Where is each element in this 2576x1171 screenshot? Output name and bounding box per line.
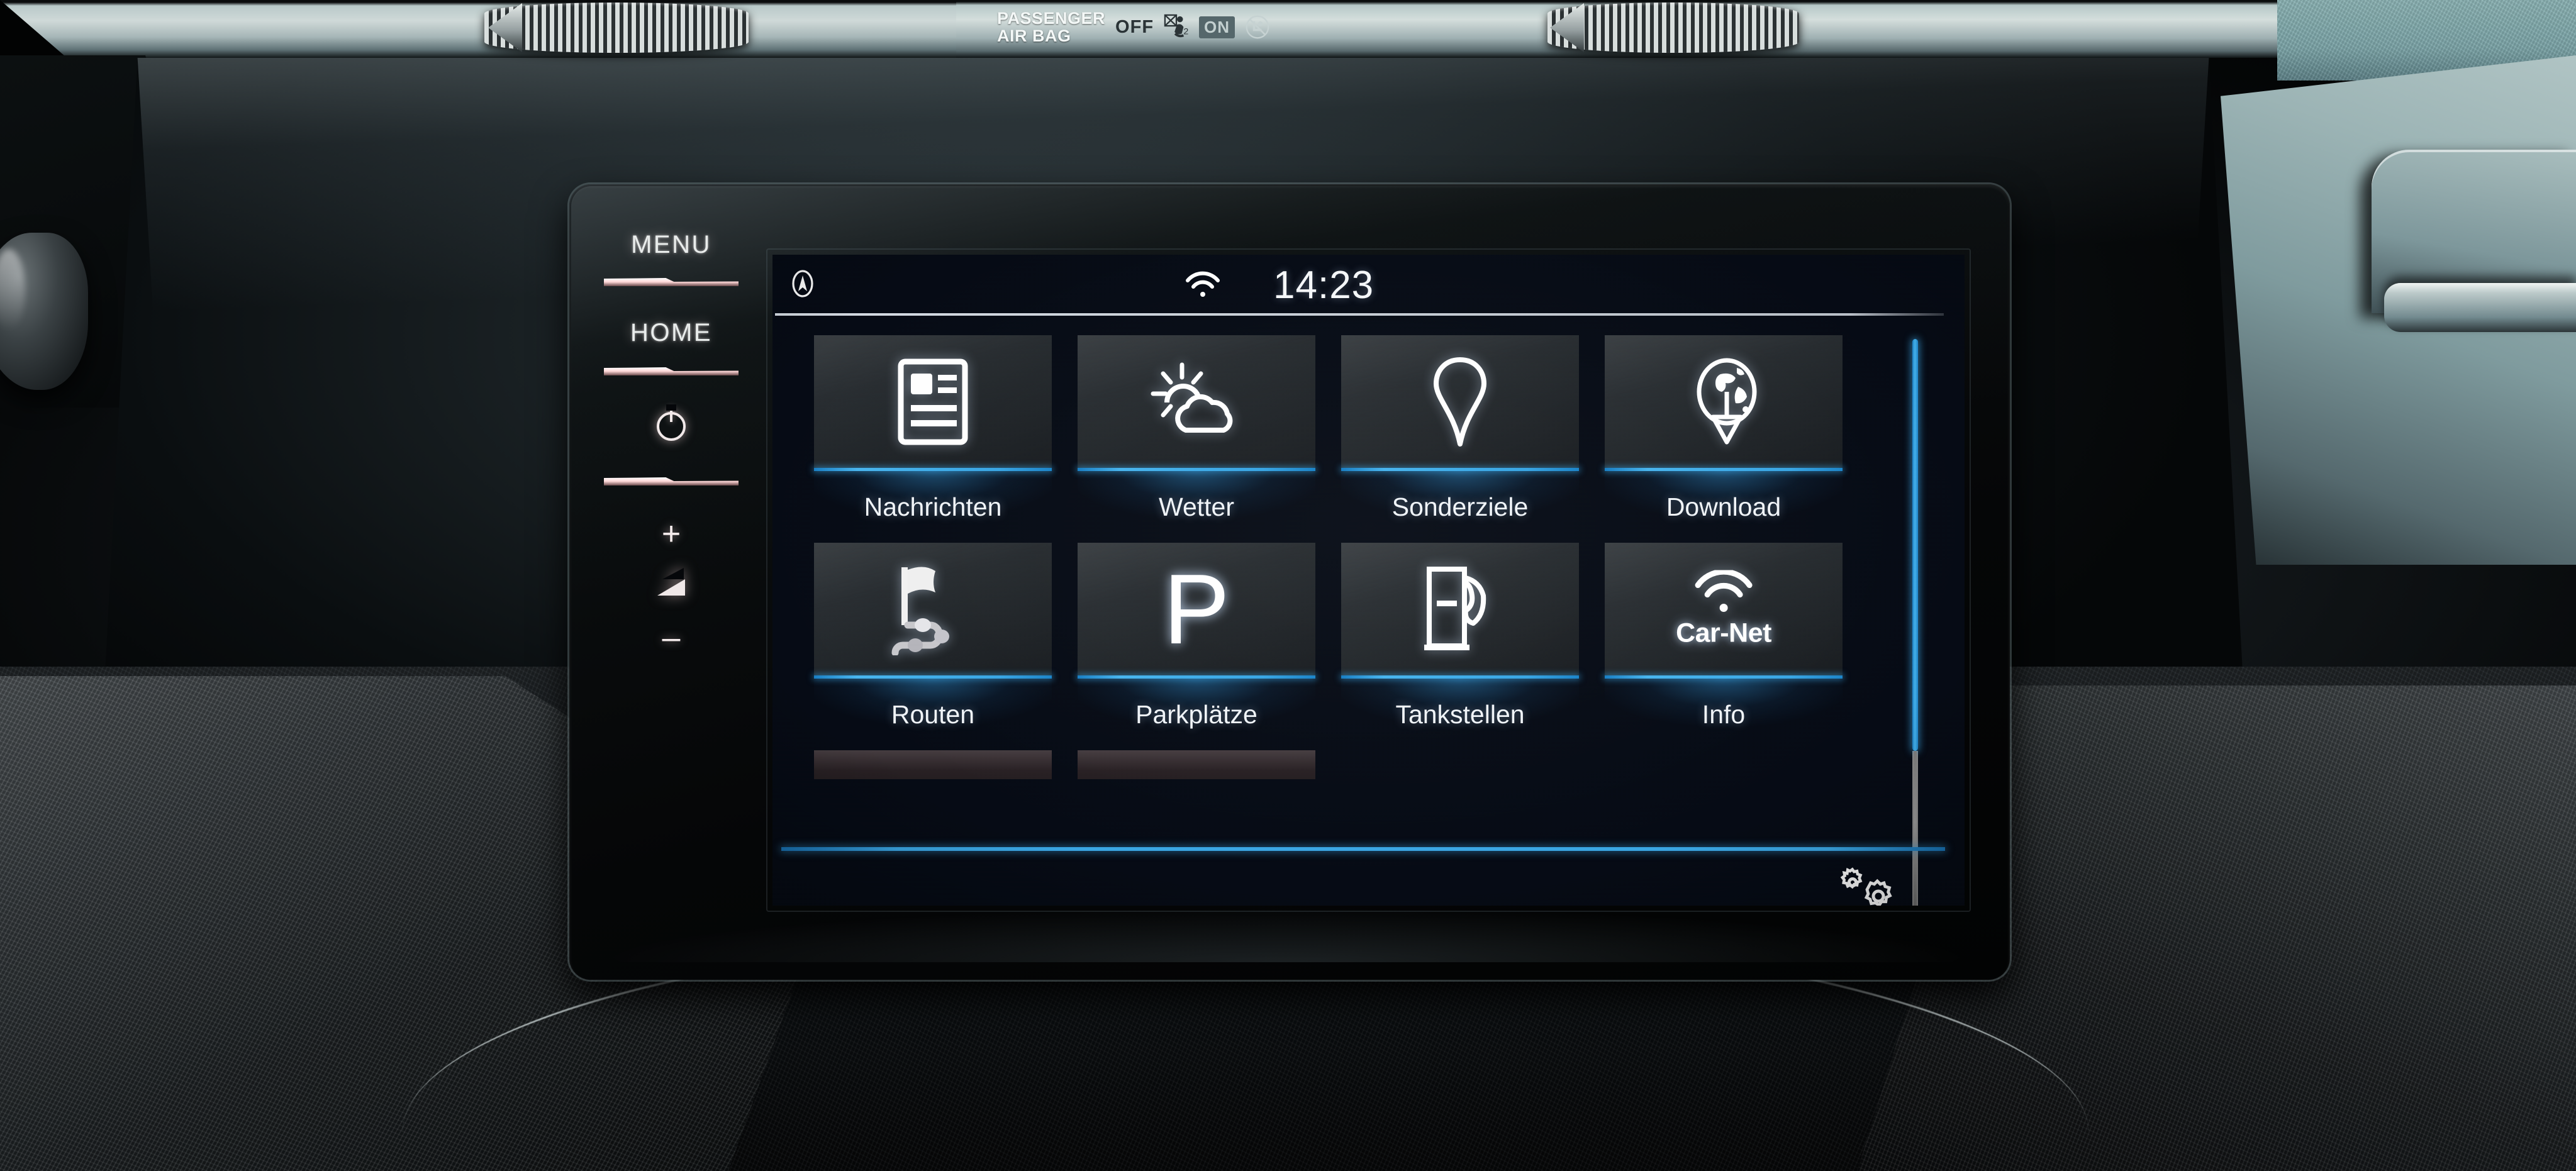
hardkey-divider (604, 367, 739, 375)
app-grid-row-partial (814, 750, 1871, 779)
tile-label: Nachrichten (864, 492, 1002, 521)
app-tile-sonderziele[interactable]: Sonderziele (1341, 335, 1579, 531)
app-tile-routen[interactable]: Routen (814, 543, 1052, 739)
app-grid: Nachrichten Wetter Sonderziele Download … (814, 335, 1871, 779)
app-tile-partial-1[interactable] (814, 750, 1052, 779)
dash-trim-upper-left (0, 0, 956, 58)
tile-label: Download (1666, 492, 1781, 521)
home-key[interactable]: HOME (630, 319, 712, 347)
tile-surface: Car-Net (1605, 543, 1843, 675)
car-net-wifi-icon: Car-Net (1676, 570, 1771, 648)
map-pin-icon (1434, 357, 1486, 447)
app-tile-partial-2[interactable] (1078, 750, 1315, 779)
child-seat-crossed-icon: 2 (1164, 14, 1188, 38)
gears-settings-icon[interactable] (1837, 866, 1897, 906)
tile-surface (1078, 335, 1315, 468)
tile-label: Routen (891, 700, 975, 729)
hardkey-divider (604, 477, 739, 486)
child-seat-prohibited-icon (1246, 15, 1269, 39)
car-net-wordmark: Car-Net (1676, 618, 1771, 648)
passenger-airbag-indicator: PASSENGER AIR BAG OFF 2 ON (997, 3, 1349, 52)
air-vent-icon[interactable] (1547, 3, 1799, 53)
vent-direction-tab[interactable] (1550, 3, 1584, 52)
parking-p-glyph: P (1163, 553, 1230, 665)
status-clock: 14:23 (1273, 264, 1374, 307)
vertical-scrollbar[interactable] (1912, 339, 1918, 906)
tile-label: Tankstellen (1395, 700, 1525, 729)
gear-shift-knob[interactable] (0, 233, 88, 390)
air-vent-icon[interactable] (484, 3, 749, 53)
app-tile-tankstellen[interactable]: Tankstellen (1341, 543, 1579, 739)
app-tile-nachrichten[interactable]: Nachrichten (814, 335, 1052, 531)
airbag-off-label: OFF (1115, 16, 1154, 37)
minus-icon[interactable]: – (662, 621, 681, 654)
tile-label: Wetter (1159, 492, 1234, 521)
tile-surface (1078, 750, 1315, 779)
tile-surface (814, 750, 1052, 779)
lcd-screen: 14:23 Nachrichten Wetter Sonderziele Dow… (772, 255, 1965, 906)
app-tile-info[interactable]: Car-Net Info (1605, 543, 1843, 739)
hardkey-divider (604, 278, 739, 286)
fuel-pump-icon (1424, 566, 1486, 650)
tile-accent-underline (814, 675, 1052, 679)
status-bar: 14:23 (772, 255, 1965, 313)
tile-surface (1341, 335, 1579, 468)
menu-key[interactable]: MENU (631, 231, 711, 259)
status-bar-divider (775, 313, 1944, 316)
tile-label: Parkplätze (1135, 700, 1257, 729)
tile-accent-underline (1341, 675, 1579, 679)
airbag-on-label: ON (1199, 16, 1235, 38)
power-icon (657, 412, 686, 441)
tile-label: Sonderziele (1391, 492, 1529, 521)
scrollbar-thumb[interactable] (1912, 339, 1918, 752)
plus-icon[interactable]: + (662, 518, 681, 550)
hardkey-column: MENU HOME + – (589, 222, 753, 939)
wifi-icon (1186, 271, 1220, 297)
flag-route-icon (891, 566, 949, 655)
tile-accent-underline (1605, 468, 1843, 471)
airbag-label: PASSENGER AIR BAG (997, 9, 1105, 45)
app-tile-download[interactable]: Download (1605, 335, 1843, 531)
tile-label: Info (1702, 700, 1746, 729)
scrollbar-track[interactable] (1914, 751, 1917, 906)
tile-accent-underline (1341, 468, 1579, 471)
sun-cloud-weather-icon (1151, 362, 1233, 433)
compass-navigation-icon[interactable] (788, 269, 818, 299)
tile-accent-underline (1605, 675, 1843, 679)
app-tile-wetter[interactable]: Wetter (1078, 335, 1315, 531)
bottom-accent-divider (781, 847, 1945, 851)
tile-surface (814, 335, 1052, 468)
svg-text:2: 2 (1183, 26, 1188, 36)
globe-download-icon (1697, 358, 1757, 444)
power-key[interactable] (657, 412, 686, 441)
app-grid-row: Routen P Parkplätze Tankstellen Car-Net … (814, 543, 1871, 739)
tile-accent-underline (1078, 675, 1315, 679)
news-article-icon (898, 358, 968, 445)
airbag-label-line2: AIR BAG (997, 26, 1071, 45)
tile-surface: P (1078, 543, 1315, 675)
app-grid-row: Nachrichten Wetter Sonderziele Download (814, 335, 1871, 531)
airbag-label-line1: PASSENGER (997, 8, 1106, 28)
app-tile-parkplaetze[interactable]: P Parkplätze (1078, 543, 1315, 739)
volume-triangle-icon[interactable] (657, 568, 685, 596)
tile-surface (1605, 335, 1843, 468)
tile-surface (814, 543, 1052, 675)
car-interior-scene: PASSENGER AIR BAG OFF 2 ON MENU HOME + –… (0, 0, 2576, 1171)
tile-accent-underline (814, 468, 1052, 471)
infotainment-head-unit: MENU HOME + – 14:23 Nachrichten Wetter S… (569, 184, 2010, 980)
vent-direction-tab[interactable] (488, 3, 522, 52)
tile-accent-underline (1078, 468, 1315, 471)
tile-surface (1341, 543, 1579, 675)
dash-trim-right-slot (2384, 283, 2576, 332)
